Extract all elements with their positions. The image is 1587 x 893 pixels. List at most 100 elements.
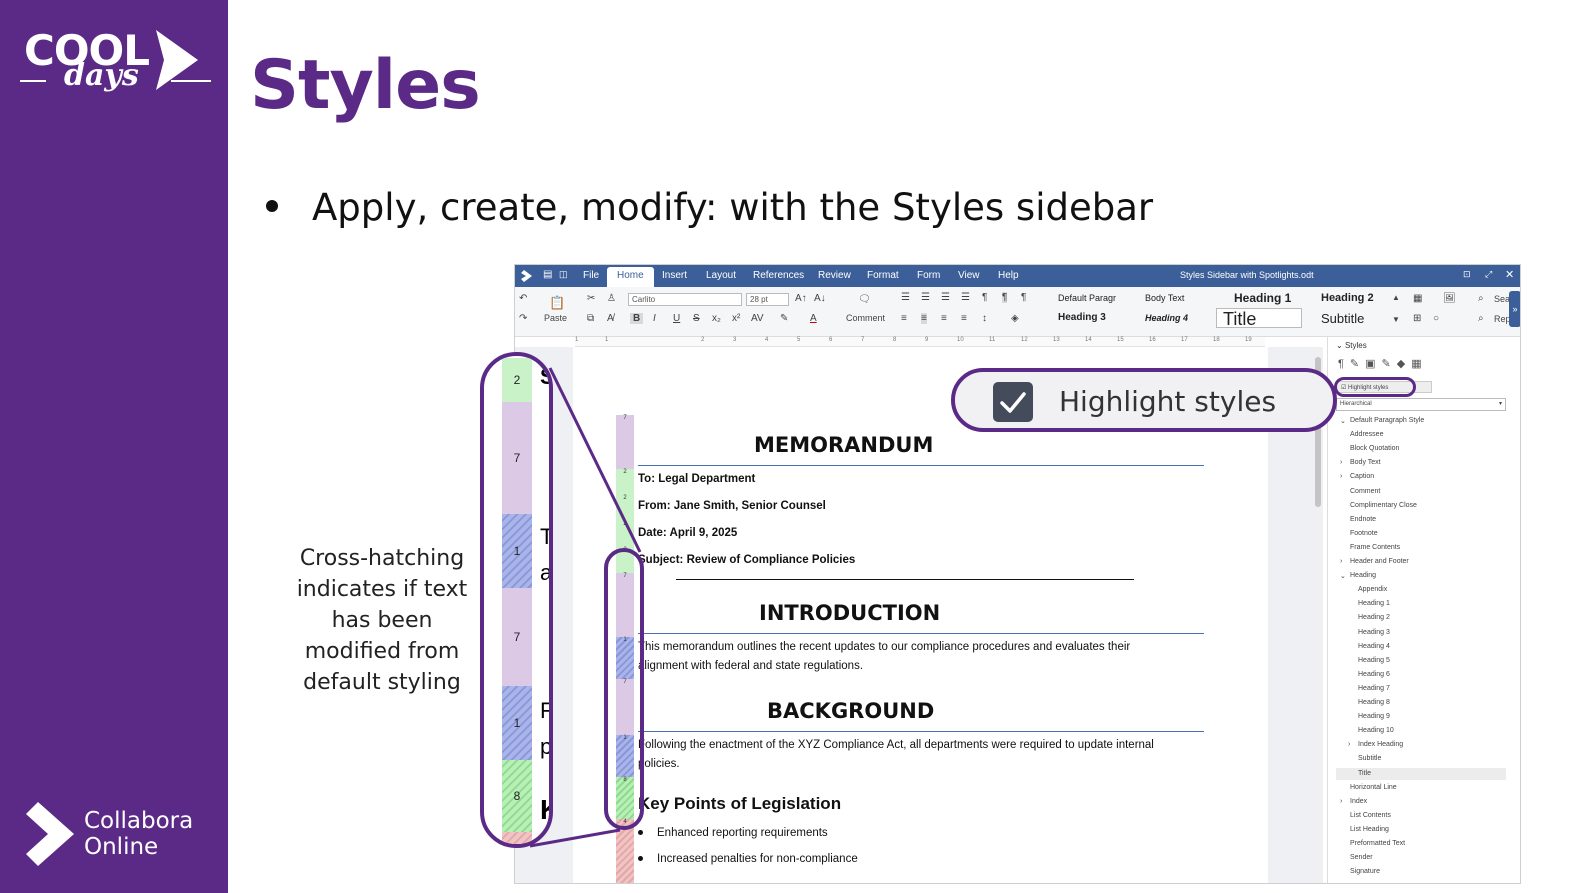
style-tree-item[interactable]: Endnote <box>1350 516 1376 523</box>
font-color-button[interactable]: A <box>810 313 817 324</box>
formatting-marks-icon[interactable]: ¶ <box>982 292 987 303</box>
style-tree-item[interactable]: Block Quotation <box>1350 445 1399 452</box>
undo-icon[interactable]: ↶ <box>519 293 527 304</box>
highlight-color-icon[interactable]: ✎ <box>780 313 788 324</box>
style-tree-item[interactable]: Addressee <box>1350 431 1383 438</box>
style-tree-item[interactable]: Title <box>1358 770 1371 777</box>
styles-tools-icons[interactable]: ¶✎▣✎◆▦ <box>1338 357 1428 370</box>
grow-font-icon[interactable]: A↑ <box>795 293 807 304</box>
collapse-toolbar-icon[interactable]: » <box>1509 291 1520 327</box>
subscript-button[interactable]: x₂ <box>712 313 721 324</box>
style-tree-item[interactable]: Subtitle <box>1358 755 1381 762</box>
styles-scroll-down-icon[interactable]: ▼ <box>1392 315 1400 324</box>
chevron-right-icon[interactable]: › <box>1340 459 1342 466</box>
fullscreen-icon[interactable]: ⊡ <box>1463 269 1471 280</box>
style-tree-item[interactable]: Complimentary Close <box>1350 502 1417 509</box>
style-tree-item[interactable]: Heading 3 <box>1358 629 1390 636</box>
superscript-button[interactable]: x² <box>732 313 740 324</box>
style-tree-item[interactable]: Comment <box>1350 488 1380 495</box>
style-heading-1[interactable]: Heading 1 <box>1234 291 1291 305</box>
style-tree-item[interactable]: Horizontal Line <box>1350 784 1397 791</box>
style-subtitle[interactable]: Subtitle <box>1321 311 1364 326</box>
style-tree-item[interactable]: Footnote <box>1350 530 1378 537</box>
insert-field-icon[interactable]: ⊞ <box>1413 313 1421 324</box>
style-tree-item[interactable]: Heading 4 <box>1358 643 1390 650</box>
align-center-icon[interactable]: ≡ <box>921 313 927 324</box>
style-tree-item[interactable]: List Heading <box>1350 826 1389 833</box>
chevron-right-icon[interactable]: › <box>1340 473 1342 480</box>
style-tree-item[interactable]: Heading 6 <box>1358 671 1390 678</box>
style-tree-item[interactable]: Heading 9 <box>1358 713 1390 720</box>
insert-shape-icon[interactable]: ○ <box>1433 313 1439 324</box>
save-icon[interactable]: ▤ <box>543 269 552 280</box>
style-tree-item[interactable]: Heading 1 <box>1358 600 1390 607</box>
style-tree-item[interactable]: ⌄ Default Paragraph Style <box>1340 417 1424 425</box>
italic-button[interactable]: I <box>653 313 656 324</box>
close-icon[interactable]: ✕ <box>1505 268 1514 281</box>
paste-button[interactable]: Paste <box>544 313 567 323</box>
style-tree-item[interactable]: Sender <box>1350 854 1373 861</box>
clear-format-icon[interactable]: A̸ <box>607 313 614 324</box>
style-tree-item[interactable]: ⌄ Heading <box>1340 572 1376 580</box>
outdent-icon[interactable]: ☰ <box>961 292 970 303</box>
search-icon[interactable]: ⌕ <box>1478 293 1484 304</box>
style-heading-2[interactable]: Heading 2 <box>1321 292 1374 304</box>
menu-format[interactable]: Format <box>867 270 899 281</box>
styles-scroll-up-icon[interactable]: ▲ <box>1392 293 1400 302</box>
strikethrough-button[interactable]: S <box>693 313 700 324</box>
paste-icon[interactable]: 📋 <box>549 295 565 311</box>
style-tree-item[interactable]: Frame Contents <box>1350 544 1400 551</box>
style-body-text[interactable]: Body Text <box>1145 293 1184 303</box>
chevron-right-icon[interactable]: › <box>1348 741 1350 748</box>
chevron-right-icon[interactable]: › <box>1340 798 1342 805</box>
replace-icon[interactable]: ⌕ <box>1478 313 1484 324</box>
justify-icon[interactable]: ≡ <box>961 313 967 324</box>
style-default-paragraph[interactable]: Default Paragr <box>1058 293 1116 303</box>
clone-format-icon[interactable]: ♙ <box>607 293 616 304</box>
style-heading-3[interactable]: Heading 3 <box>1058 312 1106 323</box>
menu-layout[interactable]: Layout <box>706 270 736 281</box>
menu-references[interactable]: References <box>753 270 804 281</box>
share-icon[interactable]: ⤢ <box>1485 269 1492 280</box>
font-name-field[interactable]: Carlito <box>628 293 742 306</box>
styles-filter-dropdown[interactable]: Hierarchical ▾ <box>1336 398 1506 411</box>
menu-help[interactable]: Help <box>998 270 1019 281</box>
style-tree-item[interactable]: › Body Text <box>1340 459 1381 466</box>
style-title[interactable]: Title <box>1216 308 1302 329</box>
para-color-icon[interactable]: ◈ <box>1011 313 1019 324</box>
redo-icon[interactable]: ↷ <box>519 313 527 324</box>
chevron-down-icon[interactable]: ⌄ <box>1340 417 1346 425</box>
align-left-icon[interactable]: ≡ <box>901 313 907 324</box>
line-spacing-icon[interactable]: ↕ <box>982 313 987 324</box>
comment-button[interactable]: Comment <box>846 313 885 323</box>
indent-icon[interactable]: ☰ <box>941 292 950 303</box>
style-tree-item[interactable]: Signature <box>1350 868 1380 875</box>
chevron-right-icon[interactable]: › <box>1340 558 1342 565</box>
style-tree-item[interactable]: Heading 8 <box>1358 699 1390 706</box>
search-label[interactable]: Sea <box>1494 294 1510 304</box>
ltr-icon[interactable]: ¶ <box>1002 292 1008 303</box>
style-tree-item[interactable]: Appendix <box>1358 586 1387 593</box>
style-heading-4[interactable]: Heading 4 <box>1145 313 1188 323</box>
cut-icon[interactable]: ✂ <box>587 293 595 304</box>
style-tree-item[interactable]: Heading 2 <box>1358 614 1390 621</box>
copy-icon[interactable]: ⧉ <box>587 313 594 324</box>
styles-deck-header[interactable]: ⌄ Styles <box>1336 341 1367 350</box>
style-tree-item[interactable]: › Header and Footer <box>1340 558 1409 565</box>
menu-form[interactable]: Form <box>917 270 940 281</box>
shrink-font-icon[interactable]: A↓ <box>814 293 826 304</box>
sidebar-toggle-icon[interactable]: ◫ <box>559 269 568 280</box>
underline-button[interactable]: U <box>673 313 680 324</box>
menu-file[interactable]: File <box>583 270 599 281</box>
style-tree-item[interactable]: › Index Heading <box>1348 741 1403 748</box>
chevron-down-icon[interactable]: ⌄ <box>1340 572 1346 580</box>
insert-table-icon[interactable]: ▦ <box>1413 293 1422 304</box>
char-spacing-button[interactable]: AV <box>751 313 764 324</box>
menu-view[interactable]: View <box>958 270 980 281</box>
comment-icon[interactable]: 🗨 <box>858 294 871 305</box>
style-tree-item[interactable]: List Contents <box>1350 812 1391 819</box>
align-right-icon[interactable]: ≡ <box>941 313 947 324</box>
style-tree-item[interactable]: › Caption <box>1340 473 1374 480</box>
menu-insert[interactable]: Insert <box>662 270 687 281</box>
style-tree-item[interactable]: Heading 10 <box>1358 727 1394 734</box>
